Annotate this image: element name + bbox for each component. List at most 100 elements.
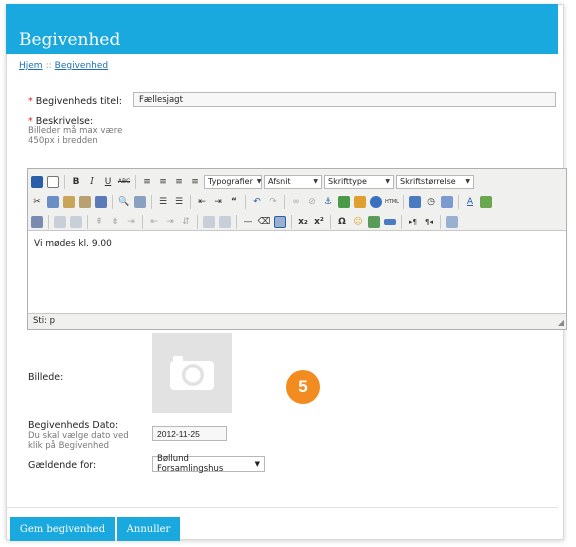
- breadcrumb-current-link[interactable]: Begivenhed: [55, 61, 108, 71]
- anchor-icon[interactable]: ⚓: [321, 195, 335, 209]
- toolbar-separator: [284, 194, 285, 209]
- title-input[interactable]: [133, 92, 556, 107]
- strikethrough-button[interactable]: ABC: [117, 175, 131, 189]
- text-field-icon[interactable]: [383, 215, 397, 229]
- numbered-list-icon[interactable]: ☰: [172, 195, 186, 209]
- font-select-value: Skrifttype: [328, 177, 367, 186]
- blockquote-icon[interactable]: “: [227, 195, 241, 209]
- html-source-icon[interactable]: HTML: [385, 195, 399, 209]
- horizontal-rule-icon[interactable]: —: [241, 215, 255, 229]
- toolbar-separator: [330, 214, 331, 229]
- editor-statusbar: Sti: p ◢: [28, 313, 566, 329]
- insert-col-after-icon[interactable]: ⇥: [163, 215, 177, 229]
- align-right-icon[interactable]: ≡: [172, 175, 186, 189]
- chevron-down-icon: ▼: [465, 178, 470, 185]
- remove-format-icon[interactable]: ⌫: [257, 215, 271, 229]
- insert-row-after-icon[interactable]: ⇟: [108, 215, 122, 229]
- toolbar-separator: [112, 194, 113, 209]
- edit-css-icon[interactable]: [30, 215, 44, 229]
- font-size-select[interactable]: Skriftstørrelse ▼: [396, 174, 474, 189]
- toolbar-separator: [440, 214, 441, 229]
- date-input[interactable]: [152, 426, 227, 441]
- cut-icon[interactable]: ✂: [30, 195, 44, 209]
- toolbar-separator: [135, 174, 136, 189]
- align-center-icon[interactable]: ≡: [156, 175, 170, 189]
- rtl-icon[interactable]: ¶◂: [422, 215, 436, 229]
- format-select[interactable]: Typografier ▼: [204, 174, 262, 189]
- insert-time-icon[interactable]: ◷: [424, 195, 438, 209]
- redo-icon[interactable]: ↷: [266, 195, 280, 209]
- align-left-icon[interactable]: ≡: [140, 175, 154, 189]
- help-icon[interactable]: [369, 195, 383, 209]
- chevron-down-icon: ▼: [385, 178, 390, 185]
- undo-icon[interactable]: ↶: [250, 195, 264, 209]
- page-title: Begivenhed: [19, 30, 121, 50]
- chevron-down-icon: ▼: [254, 460, 260, 468]
- delete-row-icon[interactable]: ⇥: [124, 215, 138, 229]
- find-icon[interactable]: 🔍: [117, 195, 131, 209]
- date-label: Begivenheds Dato:: [28, 420, 119, 431]
- rich-text-editor: B I U ABC ≡ ≡ ≡ ≡ Typografier ▼ Afsnit ▼ S…: [27, 168, 567, 330]
- toolbar-row-1: B I U ABC ≡ ≡ ≡ ≡ Typografier ▼ Afsnit ▼ S…: [30, 172, 564, 191]
- link-icon[interactable]: ∞: [289, 195, 303, 209]
- indent-icon[interactable]: ⇥: [211, 195, 225, 209]
- required-marker: *: [28, 96, 33, 107]
- element-path: Sti: p: [33, 316, 56, 326]
- cancel-button[interactable]: Annuller: [117, 517, 180, 541]
- bold-button[interactable]: B: [69, 175, 83, 189]
- image-upload[interactable]: [152, 333, 232, 413]
- page-header: Begivenhed: [6, 4, 558, 54]
- highlight-color-icon[interactable]: [479, 195, 493, 209]
- insert-date-icon[interactable]: [408, 195, 422, 209]
- toolbar-separator: [245, 194, 246, 209]
- toolbar-separator: [401, 214, 402, 229]
- insert-row-icon[interactable]: ⇞: [92, 215, 106, 229]
- merge-cells-icon[interactable]: [218, 215, 232, 229]
- special-char-icon[interactable]: Ω: [335, 215, 349, 229]
- toolbar-separator: [197, 214, 198, 229]
- resize-handle-icon[interactable]: ◢: [558, 318, 564, 327]
- paste-icon[interactable]: [62, 195, 76, 209]
- editor-content-area[interactable]: Vi mødes kl. 9.00: [28, 231, 566, 313]
- applies-to-label: Gældende for:: [28, 460, 97, 471]
- paste-text-icon[interactable]: [78, 195, 92, 209]
- insert-col-icon[interactable]: ⇤: [147, 215, 161, 229]
- applies-to-select[interactable]: Bøllund Forsamlingshus ▼: [152, 454, 265, 474]
- preview-icon[interactable]: [440, 195, 454, 209]
- breadcrumb-home-link[interactable]: Hjem: [19, 61, 43, 71]
- visual-aid-icon[interactable]: [273, 215, 287, 229]
- fullscreen-icon[interactable]: [445, 215, 459, 229]
- editor-toolbar: B I U ABC ≡ ≡ ≡ ≡ Typografier ▼ Afsnit ▼ S…: [28, 169, 566, 231]
- ltr-icon[interactable]: ▸¶: [406, 215, 420, 229]
- superscript-icon[interactable]: x²: [312, 215, 326, 229]
- cleanup-icon[interactable]: [353, 195, 367, 209]
- image-icon[interactable]: [337, 195, 351, 209]
- subscript-icon[interactable]: x₂: [296, 215, 310, 229]
- paste-word-icon[interactable]: [94, 195, 108, 209]
- paragraph-select[interactable]: Afsnit ▼: [264, 174, 322, 189]
- table-icon[interactable]: [53, 215, 67, 229]
- save-event-button[interactable]: Gem begivenhed: [10, 517, 115, 541]
- format-select-value: Typografier: [208, 177, 253, 186]
- delete-col-icon[interactable]: ⇵: [179, 215, 193, 229]
- toolbar-separator: [151, 194, 152, 209]
- unlink-icon[interactable]: ⊘: [305, 195, 319, 209]
- applies-to-value: Bøllund Forsamlingshus: [157, 454, 224, 474]
- outdent-icon[interactable]: ⇤: [195, 195, 209, 209]
- replace-icon[interactable]: [133, 195, 147, 209]
- toolbar-separator: [48, 214, 49, 229]
- save-icon[interactable]: [30, 175, 44, 189]
- bullet-list-icon[interactable]: ☰: [156, 195, 170, 209]
- split-cells-icon[interactable]: [202, 215, 216, 229]
- align-justify-icon[interactable]: ≡: [188, 175, 202, 189]
- emoticon-icon[interactable]: ☺: [351, 215, 365, 229]
- media-icon[interactable]: [367, 215, 381, 229]
- font-color-icon[interactable]: A: [463, 195, 477, 209]
- italic-button[interactable]: I: [85, 175, 99, 189]
- underline-button[interactable]: U: [101, 175, 115, 189]
- toolbar-separator: [190, 194, 191, 209]
- copy-icon[interactable]: [46, 195, 60, 209]
- font-select[interactable]: Skrifttype ▼: [324, 174, 394, 189]
- new-document-icon[interactable]: [46, 175, 60, 189]
- row-props-icon[interactable]: [69, 215, 83, 229]
